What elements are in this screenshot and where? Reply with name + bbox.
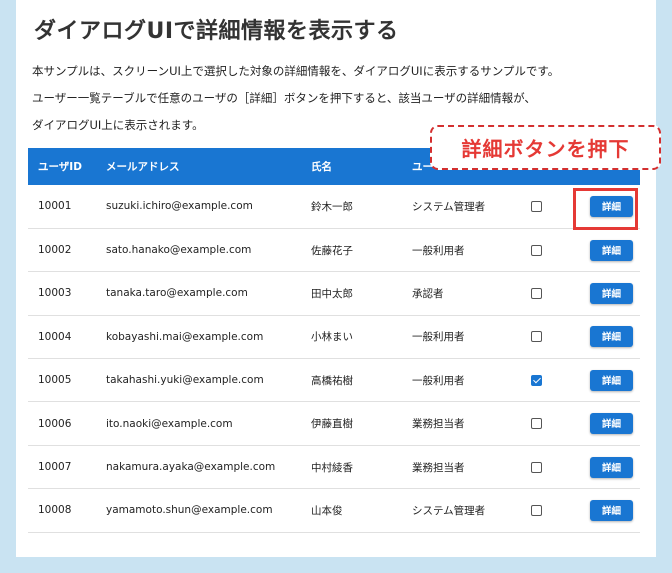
header-name: 氏名 — [301, 148, 402, 185]
detail-button[interactable]: 詳細 — [590, 326, 633, 348]
cell-action: 詳細 — [570, 401, 640, 446]
table-body: 10001 suzuki.ichiro@example.com 鈴木一郎 システム管理… — [28, 185, 640, 533]
cell-checkbox — [517, 488, 570, 533]
cell-action: 詳細 — [570, 315, 640, 360]
table-row: 10005 takahashi.yuki@example.com 高橋祐樹 一般利用者… — [28, 358, 640, 403]
cell-action: 詳細 — [570, 445, 640, 490]
cell-email: nakamura.ayaka@example.com — [96, 445, 301, 490]
cell-user-id: 10005 — [28, 358, 96, 403]
detail-button[interactable]: 詳細 — [590, 456, 633, 478]
description-line-3: ダイアログUI上に表示されます。 — [32, 118, 204, 132]
cell-name: 伊藤直樹 — [301, 401, 402, 446]
row-checkbox[interactable] — [531, 331, 542, 343]
cell-name: 小林まい — [301, 315, 402, 360]
cell-user-id: 10001 — [28, 185, 96, 229]
detail-button[interactable]: 詳細 — [590, 282, 633, 304]
table-row: 10007 nakamura.ayaka@example.com 中村綾香 業務担当者… — [28, 445, 640, 490]
cell-name: 山本俊 — [301, 488, 402, 533]
cell-email: tanaka.taro@example.com — [96, 271, 301, 316]
detail-button[interactable]: 詳細 — [590, 369, 633, 391]
cell-email: takahashi.yuki@example.com — [96, 358, 301, 403]
row-checkbox[interactable] — [531, 504, 542, 516]
cell-checkbox — [517, 401, 570, 446]
cell-checkbox — [517, 185, 570, 229]
cell-action: 詳細 — [570, 271, 640, 316]
cell-role: 一般利用者 — [402, 315, 517, 360]
row-checkbox[interactable] — [531, 418, 542, 430]
cell-role: 承認者 — [402, 271, 517, 316]
cell-role: システム管理者 — [402, 185, 517, 229]
cell-user-id: 10008 — [28, 488, 96, 533]
cell-email: yamamoto.shun@example.com — [96, 488, 301, 533]
cell-name: 佐藤花子 — [301, 228, 402, 273]
table-row: 10002 sato.hanako@example.com 佐藤花子 一般利用者 詳細 — [28, 228, 640, 273]
cell-role: 業務担当者 — [402, 401, 517, 446]
detail-button[interactable]: 詳細 — [590, 413, 633, 435]
cell-role: 一般利用者 — [402, 228, 517, 273]
callout-annotation: 詳細ボタンを押下 — [430, 125, 661, 170]
table-row: 10008 yamamoto.shun@example.com 山本俊 システム管理者… — [28, 488, 640, 533]
description-line-1: 本サンプルは、スクリーンUI上で選択した対象の詳細情報を、ダイアログUIに表示す… — [32, 64, 560, 78]
cell-email: ito.naoki@example.com — [96, 401, 301, 446]
table-row: 10004 kobayashi.mai@example.com 小林まい 一般利用者 詳… — [28, 315, 640, 360]
cell-name: 田中太郎 — [301, 271, 402, 316]
cell-email: sato.hanako@example.com — [96, 228, 301, 273]
cell-checkbox — [517, 358, 570, 403]
cell-action: 詳細 — [570, 185, 640, 229]
row-checkbox[interactable] — [531, 287, 542, 299]
cell-user-id: 10004 — [28, 315, 96, 360]
header-email: メールアドレス — [96, 148, 301, 185]
cell-user-id: 10002 — [28, 228, 96, 273]
cell-name: 高橋祐樹 — [301, 358, 402, 403]
cell-action: 詳細 — [570, 358, 640, 403]
user-list-table: ユーザID メールアドレス 氏名 ユー 10001 suzuki.ichiro@e… — [28, 148, 640, 533]
detail-button[interactable]: 詳細 — [590, 499, 633, 521]
header-user-id: ユーザID — [28, 148, 96, 185]
cell-role: 業務担当者 — [402, 445, 517, 490]
page-title: ダイアログUIで詳細情報を表示する — [34, 19, 399, 44]
table-row: 10003 tanaka.taro@example.com 田中太郎 承認者 詳細 — [28, 271, 640, 316]
table-row: 10006 ito.naoki@example.com 伊藤直樹 業務担当者 詳細 — [28, 401, 640, 446]
content-card: ダイアログUIで詳細情報を表示する 本サンプルは、スクリーンUI上で選択した対象… — [16, 0, 656, 557]
cell-user-id: 10006 — [28, 401, 96, 446]
cell-checkbox — [517, 271, 570, 316]
cell-checkbox — [517, 315, 570, 360]
row-checkbox[interactable] — [531, 374, 542, 386]
cell-action: 詳細 — [570, 228, 640, 273]
cell-checkbox — [517, 228, 570, 273]
cell-email: suzuki.ichiro@example.com — [96, 185, 301, 229]
table-row: 10001 suzuki.ichiro@example.com 鈴木一郎 システム管理… — [28, 185, 640, 229]
detail-button[interactable]: 詳細 — [590, 239, 633, 261]
row-checkbox[interactable] — [531, 244, 542, 256]
cell-name: 中村綾香 — [301, 445, 402, 490]
detail-button[interactable]: 詳細 — [590, 195, 633, 217]
cell-user-id: 10007 — [28, 445, 96, 490]
cell-email: kobayashi.mai@example.com — [96, 315, 301, 360]
row-checkbox[interactable] — [531, 461, 542, 473]
cell-user-id: 10003 — [28, 271, 96, 316]
cell-action: 詳細 — [570, 488, 640, 533]
cell-checkbox — [517, 445, 570, 490]
cell-role: システム管理者 — [402, 488, 517, 533]
description-line-2: ユーザー一覧テーブルで任意のユーザの［詳細］ボタンを押下すると、該当ユーザの詳細… — [32, 91, 536, 105]
cell-name: 鈴木一郎 — [301, 185, 402, 229]
row-checkbox[interactable] — [531, 200, 542, 212]
cell-role: 一般利用者 — [402, 358, 517, 403]
